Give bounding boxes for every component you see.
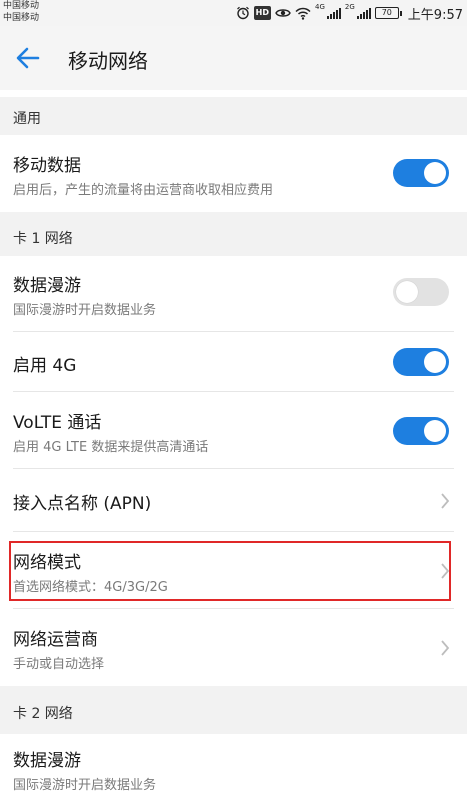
wifi-icon (295, 6, 311, 20)
battery-level: 70 (374, 7, 399, 19)
carrier-subtitle: 手动或自动选择 (13, 657, 105, 672)
clock: 上午9:57 (407, 7, 463, 23)
chevron-right-icon (441, 640, 450, 656)
enable-4g-title: 启用 4G (13, 356, 77, 376)
mobile-data-toggle[interactable] (393, 159, 449, 187)
alarm-icon (236, 6, 250, 20)
list-item-apn[interactable]: 接入点名称 (APN) (0, 469, 467, 532)
section-label-general: 通用 (13, 111, 41, 127)
list-item-data-roaming-sim2[interactable]: 数据漫游 国际漫游时开启数据业务 (0, 734, 467, 800)
page-title: 移动网络 (68, 49, 148, 73)
battery-icon: 70 (374, 7, 402, 19)
network-mode-subtitle: 首选网络模式：4G/3G/2G (13, 580, 168, 595)
carrier-title: 网络运营商 (13, 630, 98, 650)
roaming-sim1-toggle[interactable] (393, 278, 449, 306)
volte-toggle[interactable] (393, 417, 449, 445)
roaming-sim2-title: 数据漫游 (13, 751, 81, 771)
list-item-mobile-data[interactable]: 移动数据 启用后，产生的流量将由运营商收取相应费用 (0, 135, 467, 212)
network-2-label: 2G (344, 3, 355, 11)
section-label-sim2: 卡 2 网络 (13, 706, 73, 722)
section-header-general: 通用 (0, 97, 467, 135)
volte-title: VoLTE 通话 (13, 413, 102, 433)
hd-icon: HD (253, 6, 272, 20)
roaming-sim2-subtitle: 国际漫游时开启数据业务 (13, 778, 157, 793)
signal-icon (356, 7, 371, 19)
arrow-left-icon (16, 47, 40, 69)
network-mode-title: 网络模式 (13, 553, 81, 573)
roaming-sim1-subtitle: 国际漫游时开启数据业务 (13, 303, 157, 318)
roaming-sim1-title: 数据漫游 (13, 276, 81, 296)
list-item-network-carrier[interactable]: 网络运营商 手动或自动选择 (0, 609, 467, 686)
enable-4g-toggle[interactable] (393, 348, 449, 376)
list-item-enable-4g[interactable]: 启用 4G (0, 332, 467, 392)
status-bar: 中国移动 中国移动 HD 4G 2G 70 上午9:57 (0, 0, 467, 26)
eye-icon (275, 6, 291, 20)
carrier-2-label: 中国移动 (3, 13, 40, 23)
chevron-right-icon (441, 563, 450, 579)
chevron-right-icon (441, 493, 450, 509)
list-item-network-mode[interactable]: 网络模式 首选网络模式：4G/3G/2G (0, 532, 467, 609)
mobile-data-subtitle: 启用后，产生的流量将由运营商收取相应费用 (13, 183, 274, 198)
list-item-volte[interactable]: VoLTE 通话 启用 4G LTE 数据来提供高清通话 (0, 392, 467, 469)
back-button[interactable] (14, 44, 42, 72)
apn-title: 接入点名称 (APN) (13, 494, 152, 514)
carrier-1-label: 中国移动 (3, 1, 40, 11)
volte-subtitle: 启用 4G LTE 数据来提供高清通话 (13, 440, 209, 455)
list-item-data-roaming-sim1[interactable]: 数据漫游 国际漫游时开启数据业务 (0, 256, 467, 332)
mobile-data-title: 移动数据 (13, 156, 81, 176)
signal-icon (326, 7, 341, 19)
section-header-sim2: 卡 2 网络 (0, 686, 467, 734)
network-1-label: 4G (315, 3, 325, 11)
section-header-sim1: 卡 1 网络 (0, 212, 467, 256)
section-label-sim1: 卡 1 网络 (13, 231, 73, 247)
app-bar: 移动网络 (0, 26, 467, 90)
